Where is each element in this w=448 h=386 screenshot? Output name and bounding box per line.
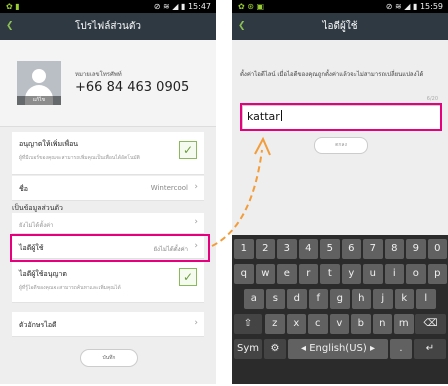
avatar-caption: แก้ไข xyxy=(17,96,61,105)
input-highlight xyxy=(240,103,442,131)
allow-id-label: ไอดีผู้ใช้อนุญาต xyxy=(19,270,67,278)
avatar[interactable]: แก้ไข xyxy=(17,61,61,105)
name-value: Wintercool xyxy=(150,184,188,192)
user-id-highlight xyxy=(10,234,210,262)
allow-add-label: อนุญาตให้เพิ่มเพื่อน xyxy=(19,140,79,148)
status-bar: ✿ ▮ ⊘ ≋ ◢ ▮ 15:47 xyxy=(0,0,216,13)
key-a[interactable]: a xyxy=(244,289,264,309)
keyboard: 1 2 3 4 5 6 7 8 9 0 q w e r t y u i o p a s d f g h j k l ⇧ z x c v b n m ⌫ Sy… xyxy=(232,235,448,384)
key-l[interactable]: l xyxy=(416,289,436,309)
key-u[interactable]: u xyxy=(363,264,383,284)
checkbox-checked-icon[interactable]: ✓ xyxy=(179,268,197,286)
theme-row[interactable]: ตัวอักษรไอดี › xyxy=(12,312,204,337)
title-bar: ❮ ไอดีผู้ใช้ xyxy=(232,13,448,40)
clock: 15:47 xyxy=(187,2,211,11)
key-b[interactable]: b xyxy=(351,314,371,334)
clock: 15:59 xyxy=(419,2,443,11)
phone-number: +66 84 463 0905 xyxy=(75,80,190,95)
key-x[interactable]: x xyxy=(286,314,307,334)
key-5[interactable]: 5 xyxy=(320,239,340,259)
page-title: ไอดีผู้ใช้ xyxy=(322,21,358,32)
key-o[interactable]: o xyxy=(406,264,426,284)
delete-key[interactable]: ⌫ xyxy=(415,314,446,334)
space-key[interactable]: ◂ English(US) ▸ xyxy=(288,339,388,359)
ok-button[interactable]: ตกลง xyxy=(314,137,368,154)
key-z[interactable]: z xyxy=(265,314,285,334)
status-bar: ✿ ⊛ ▣ ⊘ ≋ ◢ ▮ 15:59 xyxy=(232,0,448,13)
key-6[interactable]: 6 xyxy=(341,239,362,259)
signal-icons: ⊘ ≋ ◢ ▮ xyxy=(385,2,418,11)
profile-screen: ✿ ▮ ⊘ ≋ ◢ ▮ 15:47 ❮ โปรไฟล์ส่วนตัว แก้ไข… xyxy=(0,0,216,384)
allow-add-note: ผู้ที่มีเบอร์ของคุณจะสามารถเพิ่มคุณเป็นเ… xyxy=(19,155,140,161)
notification-icons: ✿ ⊛ ▣ xyxy=(238,2,265,11)
key-8[interactable]: 8 xyxy=(384,239,405,259)
key-g[interactable]: g xyxy=(330,289,350,309)
shift-key[interactable]: ⇧ xyxy=(234,314,262,334)
key-4[interactable]: 4 xyxy=(298,239,319,259)
profile-header: แก้ไข หมายเลขโทรศัพท์ +66 84 463 0905 xyxy=(0,40,216,127)
key-e[interactable]: e xyxy=(277,264,297,284)
key-y[interactable]: y xyxy=(341,264,362,284)
allow-add-toggle-row[interactable]: อนุญาตให้เพิ่มเพื่อน ผู้ที่มีเบอร์ของคุณ… xyxy=(12,132,204,175)
name-label: ชื่อ xyxy=(19,185,28,193)
page-title: โปรไฟล์ส่วนตัว xyxy=(75,21,141,32)
key-c[interactable]: c xyxy=(308,314,328,334)
chevron-right-icon: › xyxy=(194,217,198,227)
key-1[interactable]: 1 xyxy=(234,239,254,259)
key-0[interactable]: 0 xyxy=(427,239,448,259)
settings-key[interactable]: ⚙ xyxy=(264,339,286,359)
key-t[interactable]: t xyxy=(320,264,340,284)
enter-key[interactable]: ↵ xyxy=(414,339,446,359)
key-7[interactable]: 7 xyxy=(363,239,383,259)
phone-label: หมายเลขโทรศัพท์ xyxy=(75,71,122,78)
key-w[interactable]: w xyxy=(255,264,276,284)
key-r[interactable]: r xyxy=(298,264,319,284)
key-k[interactable]: k xyxy=(394,289,415,309)
key-m[interactable]: m xyxy=(394,314,414,334)
key-h[interactable]: h xyxy=(351,289,372,309)
allow-id-note: ผู้ที่รู้ไอดีของคุณจะสามารถค้นหาและเพิ่ม… xyxy=(19,285,121,291)
char-counter: 6/20 xyxy=(426,96,438,102)
key-s[interactable]: s xyxy=(265,289,286,309)
sym-key[interactable]: Sym xyxy=(234,339,262,359)
theme-label: ตัวอักษรไอดี xyxy=(19,321,57,329)
allow-id-row[interactable]: ไอดีผู้ใช้อนุญาต ผู้ที่รู้ไอดีของคุณจะสา… xyxy=(12,262,204,303)
checkbox-checked-icon[interactable]: ✓ xyxy=(179,141,197,159)
key-n[interactable]: n xyxy=(372,314,393,334)
key-f[interactable]: f xyxy=(308,289,329,309)
title-bar: ❮ โปรไฟล์ส่วนตัว xyxy=(0,13,216,40)
save-button[interactable]: บันทึก xyxy=(80,349,138,367)
name-row[interactable]: ชื่อ Wintercool › xyxy=(12,176,204,201)
chevron-right-icon: › xyxy=(194,318,198,328)
key-i[interactable]: i xyxy=(384,264,405,284)
key-2[interactable]: 2 xyxy=(255,239,276,259)
key-9[interactable]: 9 xyxy=(406,239,426,259)
user-id-screen: ✿ ⊛ ▣ ⊘ ≋ ◢ ▮ 15:59 ❮ ไอดีผู้ใช้ ตั้งค่า… xyxy=(232,0,448,384)
key-q[interactable]: q xyxy=(234,264,254,284)
status-message-row[interactable]: ยังไม่ได้ตั้งค่า › xyxy=(12,213,204,234)
period-key[interactable]: . xyxy=(390,339,412,359)
notification-icons: ✿ ▮ xyxy=(6,2,20,11)
back-icon[interactable]: ❮ xyxy=(238,13,246,40)
instruction-text: ตั้งค่าไอดีไลน์ เมื่อไอดีของคุณถูกตั้งค่… xyxy=(240,71,424,78)
person-icon xyxy=(32,69,46,83)
key-d[interactable]: d xyxy=(287,289,307,309)
chevron-right-icon: › xyxy=(194,182,198,192)
key-j[interactable]: j xyxy=(373,289,393,309)
back-icon[interactable]: ❮ xyxy=(6,13,14,40)
signal-icons: ⊘ ≋ ◢ ▮ xyxy=(153,2,186,11)
key-v[interactable]: v xyxy=(329,314,350,334)
status-placeholder: ยังไม่ได้ตั้งค่า xyxy=(19,222,54,229)
key-p[interactable]: p xyxy=(427,264,448,284)
key-3[interactable]: 3 xyxy=(277,239,297,259)
